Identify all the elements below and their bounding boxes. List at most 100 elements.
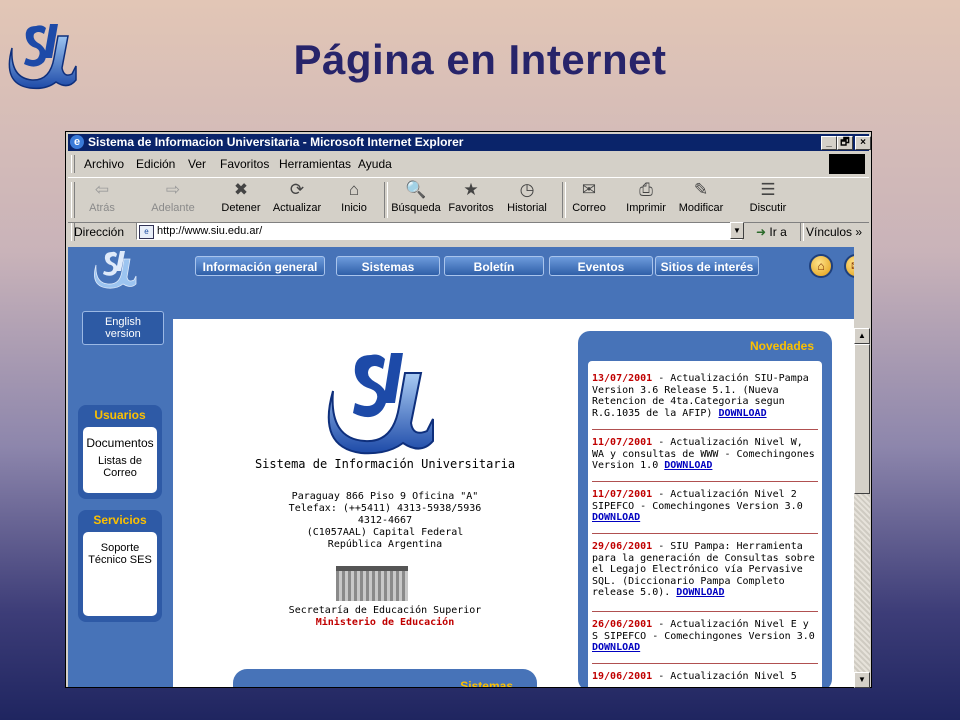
news-text: - Actualización Nivel 5 <box>652 671 797 682</box>
nav-eventos[interactable]: Eventos <box>549 256 653 276</box>
address-line: Telefax: (++5411) 4313-5938/5936 <box>288 503 482 514</box>
browser-window: e Sistema de Informacion Universitaria -… <box>65 131 872 688</box>
list-item: 13/07/2001 - Actualización SIU-Pampa Ver… <box>592 373 820 419</box>
scroll-up-button[interactable]: ▲ <box>854 328 870 344</box>
download-link[interactable]: DOWNLOAD <box>676 587 724 598</box>
go-label: Ir a <box>769 225 787 239</box>
toolbar-separator <box>562 182 566 218</box>
refresh-label: Actualizar <box>272 202 322 214</box>
vertical-scrollbar[interactable]: ▲ ▼ <box>854 328 870 688</box>
window-title: Sistema de Informacion Universitaria - M… <box>88 135 464 149</box>
discuss-icon: ☰ <box>760 180 776 199</box>
address-dropdown-button[interactable]: ▼ <box>730 222 744 239</box>
address-line: Paraguay 866 Piso 9 Oficina "A" <box>291 491 479 502</box>
go-button[interactable]: ➜ Ir a <box>756 225 787 239</box>
stop-icon: ✖ <box>233 180 249 199</box>
list-item: 29/06/2001 - SIU Pampa: Herramienta para… <box>592 541 820 599</box>
news-divider <box>592 611 818 612</box>
site-header: Información general Sistemas Boletín Eve… <box>68 247 854 289</box>
nav-boletin[interactable]: Boletín <box>444 256 544 276</box>
forward-label: Adelante <box>151 202 195 214</box>
news-divider <box>592 429 818 430</box>
header-band <box>173 287 854 319</box>
toolbar: ⇦ Atrás ⇨ Adelante ✖ Detener ⟳ Actualiza… <box>68 177 869 223</box>
discuss-button[interactable]: ☰ Discutir <box>746 180 790 214</box>
news-date: 11/07/2001 <box>592 437 653 448</box>
listas-line1: Listas de <box>97 455 143 467</box>
close-button[interactable]: × <box>855 136 871 150</box>
edit-label: Modificar <box>678 202 724 214</box>
novedades-header: Novedades <box>749 339 814 353</box>
refresh-icon: ⟳ <box>289 180 305 199</box>
download-link[interactable]: DOWNLOAD <box>592 642 640 653</box>
site-logo[interactable] <box>92 249 142 289</box>
stop-label: Detener <box>221 202 261 214</box>
news-date: 11/07/2001 <box>592 489 653 500</box>
soporte-line2: Técnico SES <box>88 554 152 566</box>
favorites-label: Favoritos <box>448 202 494 214</box>
usuarios-header: Usuarios <box>94 408 146 422</box>
mail-icon[interactable]: ✉ <box>844 254 854 278</box>
home-button[interactable]: ⌂ Inicio <box>334 180 374 214</box>
nav-informacion-general[interactable]: Información general <box>195 256 325 276</box>
links-label: Vínculos <box>806 225 853 239</box>
menu-herramientas[interactable]: Herramientas <box>279 157 351 171</box>
edit-button[interactable]: ✎ Modificar <box>676 180 726 214</box>
print-icon: ⎙ <box>639 180 653 199</box>
ministerio-link[interactable]: Ministerio de Educación <box>225 617 545 628</box>
stop-button[interactable]: ✖ Detener <box>218 180 264 214</box>
windows-logo-icon <box>829 154 865 174</box>
news-divider <box>592 533 818 534</box>
address-input[interactable]: e http://www.siu.edu.ar/ <box>136 222 742 240</box>
link-documentos[interactable]: Documentos <box>83 437 157 449</box>
servicios-header: Servicios <box>93 513 147 527</box>
menu-favoritos[interactable]: Favoritos <box>220 157 269 171</box>
link-soporte-tecnico[interactable]: Soporte Técnico SES <box>83 542 157 566</box>
chevron-right-icon: » <box>855 225 863 239</box>
discuss-label: Discutir <box>749 202 787 214</box>
address-bar: Dirección e http://www.siu.edu.ar/ ▼ ➜ I… <box>68 221 869 243</box>
history-button[interactable]: ◷ Historial <box>502 180 552 214</box>
forward-button[interactable]: ⇨ Adelante <box>144 180 202 214</box>
download-link[interactable]: DOWNLOAD <box>664 460 712 471</box>
print-button[interactable]: ⎙ Imprimir <box>624 180 668 214</box>
refresh-button[interactable]: ⟳ Actualizar <box>270 180 324 214</box>
download-link[interactable]: DOWNLOAD <box>718 408 766 419</box>
home-icon[interactable]: ⌂ <box>809 254 833 278</box>
servicios-panel: Soporte Técnico SES <box>83 532 157 616</box>
nav-sistemas[interactable]: Sistemas <box>336 256 440 276</box>
sistemas-box: Sistemas <box>233 669 537 687</box>
title-bar[interactable]: e Sistema de Informacion Universitaria -… <box>68 134 871 151</box>
menu-grip[interactable] <box>71 155 75 173</box>
news-date: 19/06/2001 <box>592 671 653 682</box>
english-line2: version <box>105 328 141 340</box>
favorites-button[interactable]: ★ Favoritos <box>446 180 496 214</box>
maximize-button[interactable]: 🗗 <box>837 136 853 150</box>
minimize-button[interactable]: _ <box>821 136 837 150</box>
page-content: Información general Sistemas Boletín Eve… <box>68 247 854 687</box>
menu-ver[interactable]: Ver <box>188 157 206 171</box>
toolbar-grip[interactable] <box>71 182 75 218</box>
news-divider <box>592 663 818 664</box>
building-image <box>336 566 408 601</box>
usuarios-panel: Documentos Listas de Correo <box>83 427 157 493</box>
back-button[interactable]: ⇦ Atrás <box>82 180 122 214</box>
download-link[interactable]: DOWNLOAD <box>592 512 640 523</box>
go-arrow-icon: ➜ <box>756 225 767 239</box>
link-listas-de-correo[interactable]: Listas de Correo <box>83 455 157 479</box>
scroll-down-button[interactable]: ▼ <box>854 672 870 688</box>
menu-ayuda[interactable]: Ayuda <box>358 157 392 171</box>
menu-edicion[interactable]: Edición <box>136 157 175 171</box>
siu-center-logo <box>327 353 434 455</box>
list-item: 26/06/2001 - Actualización Nivel E y S S… <box>592 619 820 654</box>
english-version-button[interactable]: English version <box>82 311 164 345</box>
mail-button[interactable]: ✉ Correo <box>568 180 610 214</box>
print-label: Imprimir <box>626 202 666 214</box>
links-button[interactable]: Vínculos » <box>806 225 862 239</box>
back-label: Atrás <box>89 202 115 214</box>
menu-archivo[interactable]: Archivo <box>84 157 124 171</box>
scroll-thumb[interactable] <box>854 344 870 494</box>
search-button[interactable]: 🔍 Búsqueda <box>388 180 444 214</box>
nav-sitios-de-interes[interactable]: Sitios de interés <box>655 256 759 276</box>
edit-icon: ✎ <box>693 180 709 199</box>
